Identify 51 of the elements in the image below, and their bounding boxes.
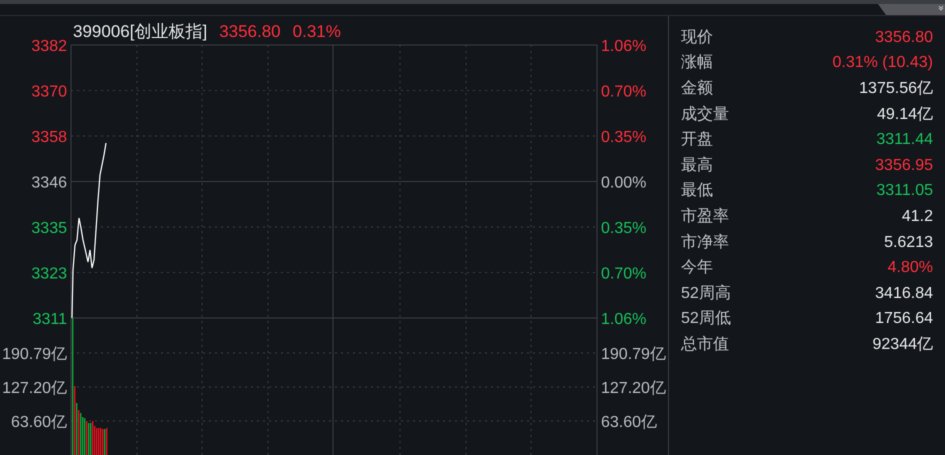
- quote-label: 52周高: [681, 284, 731, 304]
- quote-value: 92344亿: [872, 334, 933, 355]
- percent-axis-label: 0.35%: [601, 220, 646, 237]
- volume-axis-label: 63.60亿: [601, 414, 658, 431]
- quote-value: 0.31% (10.43): [832, 53, 933, 74]
- quote-value: 3416.84: [875, 284, 933, 304]
- percent-axis-label: 1.06%: [601, 311, 646, 328]
- percent-axis-label: 0.70%: [601, 266, 646, 282]
- quote-label: 成交量: [681, 104, 729, 125]
- volume-axis-label: 190.79亿: [601, 346, 666, 363]
- quote-label: 今年: [681, 258, 713, 278]
- quote-value: 3356.95: [875, 156, 933, 176]
- price-axis-label: 3335: [31, 220, 67, 237]
- percent-axis-label: 0.35%: [601, 129, 646, 146]
- quote-value: 1756.64: [875, 309, 933, 330]
- percent-axis-label: 0.00%: [601, 174, 646, 192]
- quote-label: 市盈率: [681, 206, 729, 227]
- quote-label: 总市值: [681, 334, 729, 355]
- quote-label: 市净率: [681, 232, 729, 253]
- index-name: 399006[创业板指]: [73, 21, 208, 43]
- price-axis-label: 3311: [32, 311, 67, 328]
- quote-label: 最高: [681, 156, 713, 176]
- chevron-icon: [938, 5, 944, 11]
- index-change: 0.31%: [292, 21, 341, 43]
- quote-value: 3311.44: [876, 130, 933, 150]
- volume-axis-label: 63.60亿: [10, 414, 67, 431]
- quote-label: 最低: [681, 181, 713, 202]
- quote-label: 开盘: [681, 130, 713, 150]
- index-price: 3356.80: [219, 21, 281, 43]
- price-axis-label: 3382: [31, 38, 67, 55]
- quote-value: 5.6213: [884, 232, 933, 253]
- price-axis-label: 3323: [31, 266, 67, 282]
- quote-label: 涨幅: [681, 53, 713, 74]
- percent-axis-label: 1.06%: [601, 38, 646, 55]
- quote-value: 49.14亿: [876, 104, 933, 125]
- corner-tab[interactable]: [878, 4, 945, 15]
- quote-label: 金额: [681, 78, 713, 99]
- quote-value: 41.2: [902, 206, 933, 227]
- quote-value: 1375.56亿: [859, 78, 933, 99]
- quote-label: 现价: [681, 28, 713, 48]
- percent-axis-label: 0.70%: [601, 84, 646, 100]
- quote-label: 52周低: [681, 309, 731, 330]
- price-axis-label: 3358: [31, 129, 67, 146]
- quote-value: 3311.05: [876, 181, 933, 202]
- volume-axis-label: 190.79亿: [2, 346, 67, 363]
- quote-value: 3356.80: [875, 28, 933, 48]
- volume-axis-label: 127.20亿: [601, 380, 666, 397]
- volume-axis-label: 127.20亿: [2, 380, 67, 397]
- quote-value: 4.80%: [888, 258, 933, 278]
- price-axis-label: 3370: [31, 84, 67, 100]
- price-axis-label: 3346: [31, 174, 67, 192]
